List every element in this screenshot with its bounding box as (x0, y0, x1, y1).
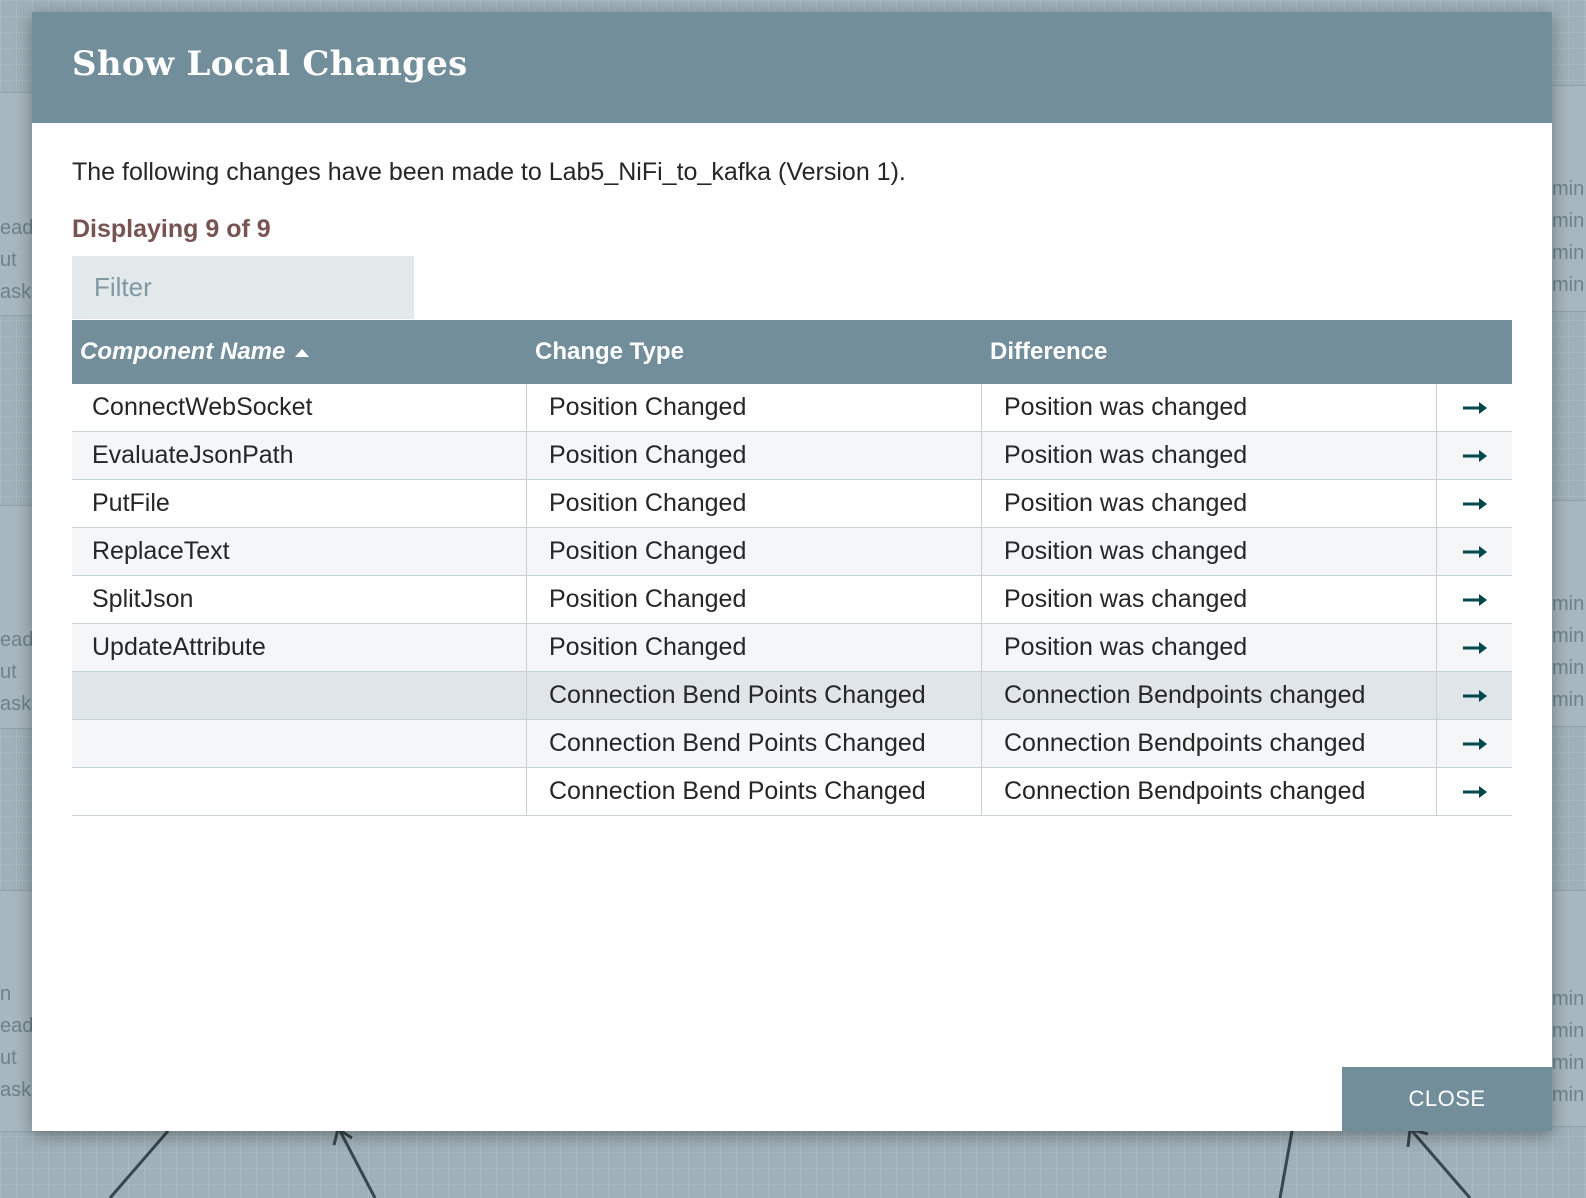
close-button[interactable]: CLOSE (1342, 1067, 1552, 1131)
table-body: ConnectWebSocket Position Changed Position… (72, 384, 1512, 816)
go-to-cell (1437, 576, 1512, 623)
difference-cell: Position was changed (982, 624, 1437, 671)
filter-input[interactable] (72, 256, 414, 319)
change-type-cell: Position Changed (527, 384, 982, 431)
table-row[interactable]: Connection Bend Points Changed Connection… (72, 672, 1512, 720)
table-header: Component Name Change Type Difference (72, 320, 1512, 384)
dialog-title: Show Local Changes (72, 44, 468, 84)
go-to-arrow-icon[interactable] (1462, 689, 1488, 703)
go-to-arrow-icon[interactable] (1462, 785, 1488, 799)
go-to-cell (1437, 720, 1512, 767)
go-to-cell (1437, 480, 1512, 527)
difference-cell: Position was changed (982, 528, 1437, 575)
displaying-count: Displaying 9 of 9 (72, 215, 271, 243)
change-type-cell: Position Changed (527, 480, 982, 527)
component-name-cell: EvaluateJsonPath (72, 432, 527, 479)
table-row[interactable]: ReplaceText Position Changed Position was … (72, 528, 1512, 576)
change-type-cell: Connection Bend Points Changed (527, 672, 982, 719)
go-to-arrow-icon[interactable] (1462, 737, 1488, 751)
change-type-cell: Connection Bend Points Changed (527, 768, 982, 815)
go-to-arrow-icon[interactable] (1462, 545, 1488, 559)
show-local-changes-dialog: Show Local Changes The following changes… (32, 12, 1552, 1131)
component-name-cell (72, 768, 527, 815)
difference-cell: Position was changed (982, 432, 1437, 479)
column-header-label: Component Name (80, 338, 286, 365)
change-type-cell: Position Changed (527, 432, 982, 479)
component-name-cell: UpdateAttribute (72, 624, 527, 671)
change-type-cell: Position Changed (527, 528, 982, 575)
column-header-component-name[interactable]: Component Name (72, 320, 527, 384)
table-row[interactable]: Connection Bend Points Changed Connection… (72, 768, 1512, 816)
table-row[interactable]: PutFile Position Changed Position was chan… (72, 480, 1512, 528)
go-to-arrow-icon[interactable] (1462, 641, 1488, 655)
change-type-cell: Connection Bend Points Changed (527, 720, 982, 767)
table-row[interactable]: UpdateAttribute Position Changed Position … (72, 624, 1512, 672)
column-header-label: Change Type (535, 338, 684, 365)
dialog-header: Show Local Changes (32, 12, 1552, 123)
column-header-change-type[interactable]: Change Type (527, 320, 982, 384)
difference-cell: Position was changed (982, 576, 1437, 623)
dialog-intro-text: The following changes have been made to … (72, 158, 906, 186)
component-name-cell: ConnectWebSocket (72, 384, 527, 431)
table-row[interactable]: SplitJson Position Changed Position was ch… (72, 576, 1512, 624)
go-to-arrow-icon[interactable] (1462, 401, 1488, 415)
difference-cell: Connection Bendpoints changed (982, 720, 1437, 767)
component-name-cell: ReplaceText (72, 528, 527, 575)
component-name-cell: SplitJson (72, 576, 527, 623)
column-header-difference[interactable]: Difference (982, 320, 1452, 384)
go-to-arrow-icon[interactable] (1462, 593, 1488, 607)
filter-container (72, 256, 414, 319)
go-to-arrow-icon[interactable] (1462, 449, 1488, 463)
column-header-actions (1452, 320, 1512, 384)
go-to-cell (1437, 432, 1512, 479)
difference-cell: Position was changed (982, 480, 1437, 527)
go-to-cell (1437, 528, 1512, 575)
difference-cell: Position was changed (982, 384, 1437, 431)
change-type-cell: Position Changed (527, 576, 982, 623)
go-to-cell (1437, 624, 1512, 671)
component-name-cell (72, 720, 527, 767)
local-changes-table: Component Name Change Type Difference Co… (72, 320, 1512, 816)
change-type-cell: Position Changed (527, 624, 982, 671)
component-name-cell: PutFile (72, 480, 527, 527)
go-to-cell (1437, 384, 1512, 431)
sort-ascending-icon (295, 349, 310, 357)
go-to-arrow-icon[interactable] (1462, 497, 1488, 511)
go-to-cell (1437, 768, 1512, 815)
go-to-cell (1437, 672, 1512, 719)
table-row[interactable]: ConnectWebSocket Position Changed Position… (72, 384, 1512, 432)
table-row[interactable]: Connection Bend Points Changed Connection… (72, 720, 1512, 768)
column-header-label: Difference (990, 338, 1108, 365)
difference-cell: Connection Bendpoints changed (982, 672, 1437, 719)
table-row[interactable]: EvaluateJsonPath Position Changed Position… (72, 432, 1512, 480)
difference-cell: Connection Bendpoints changed (982, 768, 1437, 815)
component-name-cell (72, 672, 527, 719)
